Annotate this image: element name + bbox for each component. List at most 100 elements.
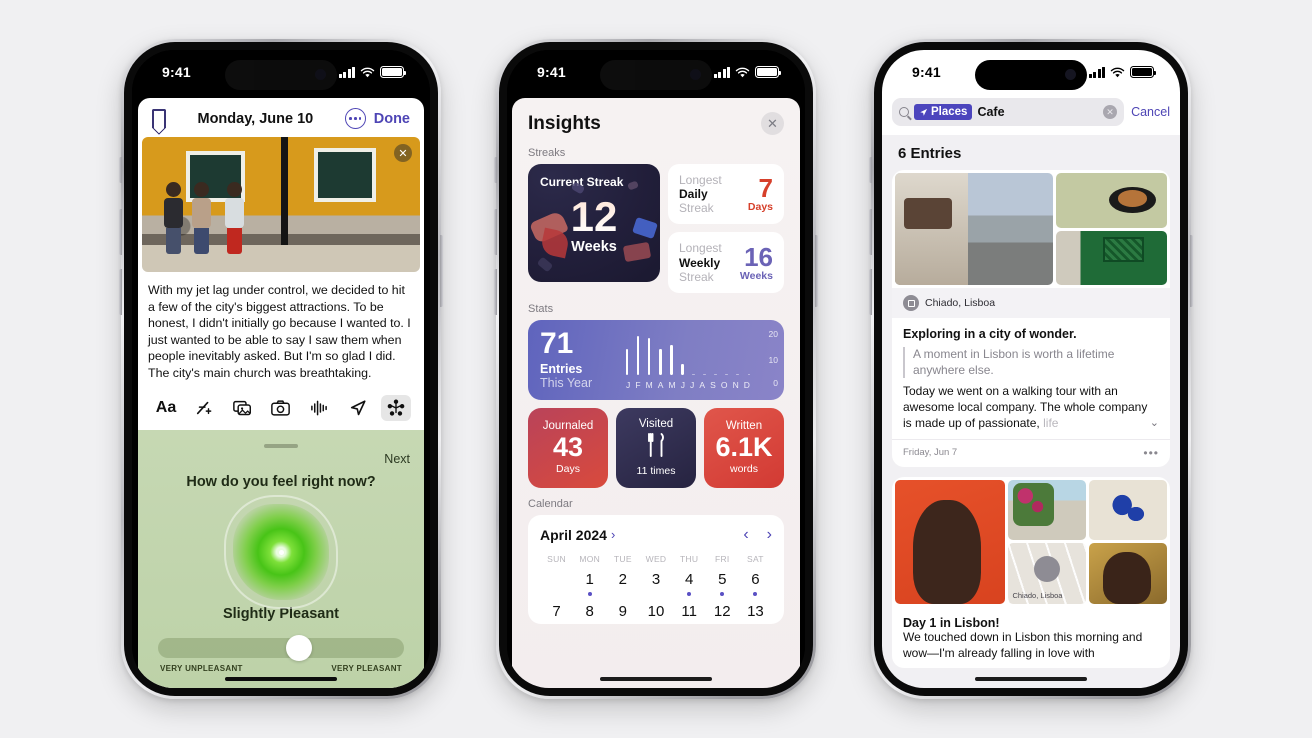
mood-slider[interactable] xyxy=(158,635,404,661)
calendar-day-cell[interactable]: 3 xyxy=(639,570,672,596)
audio-waveform-icon[interactable] xyxy=(304,395,334,421)
chevron-right-icon[interactable]: › xyxy=(767,526,772,544)
volume-down-button[interactable] xyxy=(119,269,122,315)
entry-body-main: Today we went on a walking tour with an … xyxy=(903,384,1148,430)
chart-x-axis: JFMAMJJASOND xyxy=(626,380,750,390)
calendar-day-cell[interactable]: 11 xyxy=(673,602,706,620)
longest-weekly-line2: Weekly xyxy=(679,255,721,270)
volume-up-button[interactable] xyxy=(869,209,872,255)
search-input[interactable]: Places Cafe ✕ xyxy=(892,98,1125,126)
power-button[interactable] xyxy=(815,235,818,307)
power-button[interactable] xyxy=(1190,235,1193,307)
calendar-day-cell[interactable]: 1 xyxy=(573,570,606,596)
done-button[interactable]: Done xyxy=(374,111,410,127)
longest-daily-unit: Days xyxy=(747,201,773,214)
calendar-day-cell[interactable]: 13 xyxy=(739,602,772,620)
longest-daily-streak-card[interactable]: Longest Daily Streak 7 Days xyxy=(668,164,784,225)
close-icon[interactable]: ✕ xyxy=(761,112,784,135)
photo-artwork[interactable] xyxy=(1089,479,1167,541)
photo-map[interactable]: Chiado, Lisboa xyxy=(1008,543,1087,604)
home-indicator[interactable] xyxy=(225,677,337,681)
format-text-icon[interactable]: Aa xyxy=(151,395,181,421)
magic-wand-icon[interactable] xyxy=(189,395,219,421)
calendar-day-cell[interactable]: 8 xyxy=(573,602,606,620)
longest-daily-line1: Longest xyxy=(679,173,722,187)
photo-green-door[interactable] xyxy=(1055,230,1167,285)
sheet-grabber[interactable] xyxy=(264,444,298,448)
journaled-stat-card[interactable]: Journaled 43 Days xyxy=(528,407,608,488)
longest-weekly-line1: Longest xyxy=(679,241,722,256)
photo-detail xyxy=(314,147,376,202)
calendar-day-cell[interactable]: 6 xyxy=(739,570,772,596)
mute-switch[interactable] xyxy=(869,157,872,183)
search-results-body: Places Cafe ✕ Cancel 6 Entries Chiado, L… xyxy=(882,94,1180,688)
entry-place-row[interactable]: Chiado, Lisboa xyxy=(892,288,1170,318)
status-bar: 9:41 xyxy=(132,50,430,94)
calendar-day-header: MON xyxy=(579,553,601,564)
photo-street[interactable] xyxy=(895,173,1053,285)
entries-stat-card[interactable]: 71 Entries This Year JFMAMJJASOND 20 10 … xyxy=(528,319,784,400)
calendar-day-cell[interactable]: 12 xyxy=(706,602,739,620)
entry-card[interactable]: Chiado, Lisboa Day 1 in Lisbon! We touch… xyxy=(892,476,1170,669)
photo-portrait[interactable] xyxy=(895,479,1006,604)
photo-detail xyxy=(281,137,288,245)
entry-text[interactable]: With my jet lag under control, we decide… xyxy=(138,272,424,389)
photo-flowers[interactable] xyxy=(1008,479,1087,541)
power-button[interactable] xyxy=(440,235,443,307)
mute-switch[interactable] xyxy=(494,157,497,183)
calendar-day-cell[interactable]: 10 xyxy=(639,602,672,620)
entry-photo[interactable]: ✕ xyxy=(142,137,420,272)
volume-up-button[interactable] xyxy=(494,209,497,255)
chevron-right-icon[interactable]: › xyxy=(611,527,615,542)
calendar-day-cell[interactable]: 4 xyxy=(673,570,706,596)
entries-label-2: This Year xyxy=(540,376,593,391)
entry-card[interactable]: Chiado, Lisboa Exploring in a city of wo… xyxy=(892,170,1170,467)
camera-icon[interactable] xyxy=(266,395,296,421)
next-button[interactable]: Next xyxy=(384,452,410,466)
mute-switch[interactable] xyxy=(119,157,122,183)
entry-sheet: Monday, June 10 Done ✕ With my jet lag u xyxy=(138,98,424,688)
chart-plot-area xyxy=(626,332,750,375)
chart-bar xyxy=(637,336,640,375)
volume-up-button[interactable] xyxy=(119,209,122,255)
state-of-mind-icon[interactable] xyxy=(380,395,411,421)
chevron-down-icon[interactable]: ⌄ xyxy=(1150,416,1159,431)
insights-header: Insights ✕ xyxy=(512,98,800,137)
close-icon[interactable]: ✕ xyxy=(394,144,412,162)
chart-xtick: F xyxy=(635,379,641,390)
places-filter-token[interactable]: Places xyxy=(914,104,973,120)
calendar-day-cell[interactable]: 5 xyxy=(706,570,739,596)
location-arrow-icon[interactable] xyxy=(343,395,373,421)
more-horizontal-icon[interactable]: ••• xyxy=(1143,446,1159,460)
calendar-day-cell[interactable]: 2 xyxy=(606,570,639,596)
written-stat-card[interactable]: Written 6.1K words xyxy=(704,407,784,488)
more-circle-icon[interactable] xyxy=(344,108,366,129)
bookmark-icon[interactable] xyxy=(152,109,166,136)
calendar-month-label[interactable]: April 2024 xyxy=(540,527,607,543)
chart-xtick: J xyxy=(680,379,685,390)
longest-weekly-streak-card[interactable]: Longest Weekly Streak 16 Weeks xyxy=(668,232,784,293)
mood-blob-icon[interactable] xyxy=(224,495,338,609)
chart-bar xyxy=(703,374,706,375)
visited-footer: 11 times xyxy=(636,465,676,478)
home-indicator[interactable] xyxy=(600,677,712,681)
visited-stat-card[interactable]: Visited 11 times xyxy=(616,407,696,488)
current-streak-card[interactable]: Current Streak 12 Weeks xyxy=(528,164,660,282)
photo-detail xyxy=(220,182,250,255)
photo-portrait-2[interactable] xyxy=(1089,543,1167,604)
places-token-label: Places xyxy=(931,106,968,118)
page-title: Insights xyxy=(528,112,601,134)
calendar-day-cell[interactable]: 9 xyxy=(606,602,639,620)
photo-coffee[interactable] xyxy=(1055,173,1167,228)
cancel-button[interactable]: Cancel xyxy=(1131,105,1170,119)
entry-photo-grid xyxy=(892,170,1170,288)
photo-library-icon[interactable] xyxy=(228,395,258,421)
home-indicator[interactable] xyxy=(975,677,1087,681)
mood-question: How do you feel right now? xyxy=(186,474,376,490)
volume-down-button[interactable] xyxy=(869,269,872,315)
clear-field-icon[interactable]: ✕ xyxy=(1103,105,1118,119)
calendar-day-cell[interactable]: 7 xyxy=(540,602,573,620)
slider-knob[interactable] xyxy=(285,635,312,661)
volume-down-button[interactable] xyxy=(494,269,497,315)
chevron-left-icon[interactable]: ‹ xyxy=(743,526,748,544)
